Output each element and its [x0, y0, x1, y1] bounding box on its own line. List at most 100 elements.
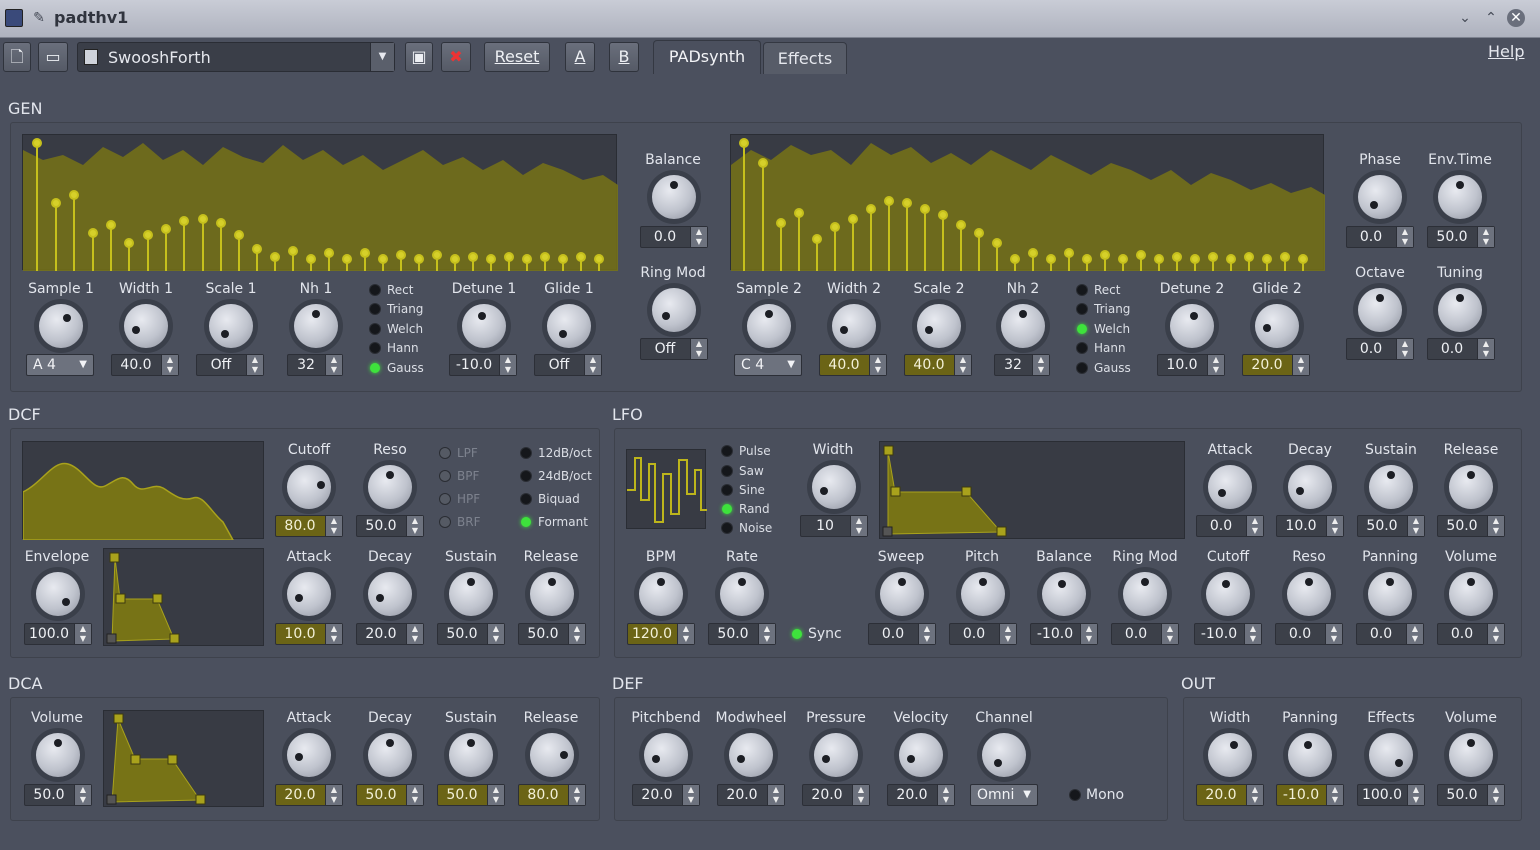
balance-spin[interactable]: 0.0 ▲ ▼	[640, 226, 708, 248]
tab-padsynth[interactable]: PADsynth	[653, 40, 761, 74]
def-pitchbend-knob[interactable]	[644, 733, 688, 777]
dcf-biquad-led[interactable]	[521, 494, 531, 504]
spin-arrows-icon[interactable]: ▲ ▼	[1326, 785, 1343, 805]
spin-arrows-icon[interactable]: ▲ ▼	[767, 785, 784, 805]
width1-knob[interactable]	[124, 304, 168, 348]
dcf-lpf-led[interactable]	[440, 448, 450, 458]
spin-arrows-icon[interactable]: ▲ ▼	[74, 785, 91, 805]
lfo-balance-knob[interactable]	[1042, 572, 1086, 616]
close-icon[interactable]: ✕	[1507, 9, 1525, 27]
lfo-rand-led[interactable]	[722, 504, 732, 514]
lfo-sync-led[interactable]	[792, 629, 802, 639]
dcf-12db-led[interactable]	[521, 448, 531, 458]
osc1-shape-triang-led[interactable]	[370, 304, 380, 314]
out-width-knob[interactable]	[1208, 733, 1252, 777]
glide2-knob[interactable]	[1255, 304, 1299, 348]
dca-decay-spin[interactable]: 50.0 ▲ ▼	[356, 784, 424, 806]
detune1-spin[interactable]: -10.0 ▲ ▼	[449, 354, 517, 376]
dcf-sustain-spin[interactable]: 50.0 ▲ ▼	[437, 623, 505, 645]
reset-button[interactable]: Reset	[484, 42, 550, 72]
lfo-attack-knob[interactable]	[1208, 465, 1252, 509]
osc2-spectrum[interactable]	[730, 134, 1325, 271]
scale2-spin[interactable]: 40.0 ▲ ▼	[904, 354, 972, 376]
lfo-ringmod-knob[interactable]	[1123, 572, 1167, 616]
def-channel-dropdown[interactable]: Omni ▼	[970, 784, 1038, 806]
dcf-envelope-spin[interactable]: 100.0 ▲ ▼	[24, 623, 92, 645]
app-icon[interactable]	[5, 9, 23, 27]
width1-spin[interactable]: 40.0 ▲ ▼	[111, 354, 179, 376]
spin-arrows-icon[interactable]: ▲ ▼	[584, 355, 601, 375]
preset-name[interactable]: SwooshForth	[108, 48, 211, 67]
osc2-shape-welch-led[interactable]	[1077, 324, 1087, 334]
spin-arrows-icon[interactable]: ▲ ▼	[1487, 516, 1504, 536]
def-channel-knob[interactable]	[982, 733, 1026, 777]
spin-arrows-icon[interactable]: ▲ ▼	[1487, 624, 1504, 644]
osc1-spectrum[interactable]	[22, 134, 618, 271]
dca-attack-knob[interactable]	[287, 733, 331, 777]
lfo-sweep-knob[interactable]	[880, 572, 924, 616]
spin-arrows-icon[interactable]: ▲ ▼	[325, 785, 342, 805]
glide1-knob[interactable]	[547, 304, 591, 348]
def-modwheel-knob[interactable]	[729, 733, 773, 777]
preset-dropdown-icon[interactable]: ▼	[370, 43, 394, 71]
lfo-attack-spin[interactable]: 0.0 ▲ ▼	[1196, 515, 1264, 537]
spin-arrows-icon[interactable]: ▲ ▼	[246, 355, 263, 375]
osc2-shape-hann-led[interactable]	[1077, 343, 1087, 353]
lfo-sustain-spin[interactable]: 50.0 ▲ ▼	[1357, 515, 1425, 537]
lfo-reso-spin[interactable]: 0.0 ▲ ▼	[1275, 623, 1343, 645]
spin-arrows-icon[interactable]: ▲ ▼	[74, 624, 91, 644]
envtime-spin[interactable]: 50.0 ▲ ▼	[1427, 226, 1495, 248]
spin-arrows-icon[interactable]: ▲ ▼	[1477, 227, 1494, 247]
spin-arrows-icon[interactable]: ▲ ▼	[1246, 516, 1263, 536]
detune2-spin[interactable]: 10.0 ▲ ▼	[1157, 354, 1225, 376]
dcf-cutoff-spin[interactable]: 80.0 ▲ ▼	[275, 515, 343, 537]
def-pressure-knob[interactable]	[814, 733, 858, 777]
tuning-knob[interactable]	[1438, 288, 1482, 332]
lfo-rate-knob[interactable]	[720, 572, 764, 616]
glide2-spin[interactable]: 20.0 ▲ ▼	[1242, 354, 1310, 376]
tuning-spin[interactable]: 0.0 ▲ ▼	[1427, 338, 1495, 360]
dcf-attack-spin[interactable]: 10.0 ▲ ▼	[275, 623, 343, 645]
out-effects-spin[interactable]: 100.0 ▲ ▼	[1357, 784, 1425, 806]
spin-arrows-icon[interactable]: ▲ ▼	[325, 355, 342, 375]
spin-arrows-icon[interactable]: ▲ ▼	[406, 785, 423, 805]
dcf-bpf-led[interactable]	[440, 471, 450, 481]
sample1-dropdown[interactable]: A 4 ▼	[26, 354, 94, 376]
spin-arrows-icon[interactable]: ▲ ▼	[869, 355, 886, 375]
spin-arrows-icon[interactable]: ▲ ▼	[999, 624, 1016, 644]
dcf-envelope-knob[interactable]	[36, 572, 80, 616]
spin-arrows-icon[interactable]: ▲ ▼	[406, 516, 423, 536]
new-file-button[interactable]: 🗋	[3, 42, 31, 72]
dca-volume-knob[interactable]	[36, 733, 80, 777]
lfo-sine-led[interactable]	[722, 485, 732, 495]
def-velocity-spin[interactable]: 20.0 ▲ ▼	[887, 784, 955, 806]
dcf-brf-led[interactable]	[440, 517, 450, 527]
detune1-knob[interactable]	[462, 304, 506, 348]
dcf-reso-spin[interactable]: 50.0 ▲ ▼	[356, 515, 424, 537]
lfo-rate-spin[interactable]: 50.0 ▲ ▼	[708, 623, 776, 645]
dcf-cutoff-knob[interactable]	[287, 465, 331, 509]
dca-volume-spin[interactable]: 50.0 ▲ ▼	[24, 784, 92, 806]
spin-arrows-icon[interactable]: ▲ ▼	[568, 785, 585, 805]
dcf-formant-led[interactable]	[521, 517, 531, 527]
envtime-knob[interactable]	[1438, 175, 1482, 219]
lfo-volume-knob[interactable]	[1449, 572, 1493, 616]
def-pitchbend-spin[interactable]: 20.0 ▲ ▼	[632, 784, 700, 806]
out-width-spin[interactable]: 20.0 ▲ ▼	[1196, 784, 1264, 806]
dcf-decay-knob[interactable]	[368, 572, 412, 616]
sample2-knob[interactable]	[747, 304, 791, 348]
help-menu[interactable]: Help	[1488, 42, 1524, 61]
dcf-filter-display[interactable]	[22, 441, 264, 541]
lfo-panning-spin[interactable]: 0.0 ▲ ▼	[1356, 623, 1424, 645]
osc2-shape-gauss-led[interactable]	[1077, 363, 1087, 373]
dca-sustain-knob[interactable]	[449, 733, 493, 777]
spin-arrows-icon[interactable]: ▲ ▼	[937, 785, 954, 805]
b-button[interactable]: B	[609, 42, 639, 72]
spin-arrows-icon[interactable]: ▲ ▼	[690, 339, 707, 359]
phase-knob[interactable]	[1358, 175, 1402, 219]
osc2-shape-rect-led[interactable]	[1077, 285, 1087, 295]
delete-button[interactable]: ✖	[441, 42, 471, 72]
width2-spin[interactable]: 40.0 ▲ ▼	[819, 354, 887, 376]
lfo-pitch-knob[interactable]	[961, 572, 1005, 616]
scale1-spin[interactable]: Off ▲ ▼	[196, 354, 264, 376]
